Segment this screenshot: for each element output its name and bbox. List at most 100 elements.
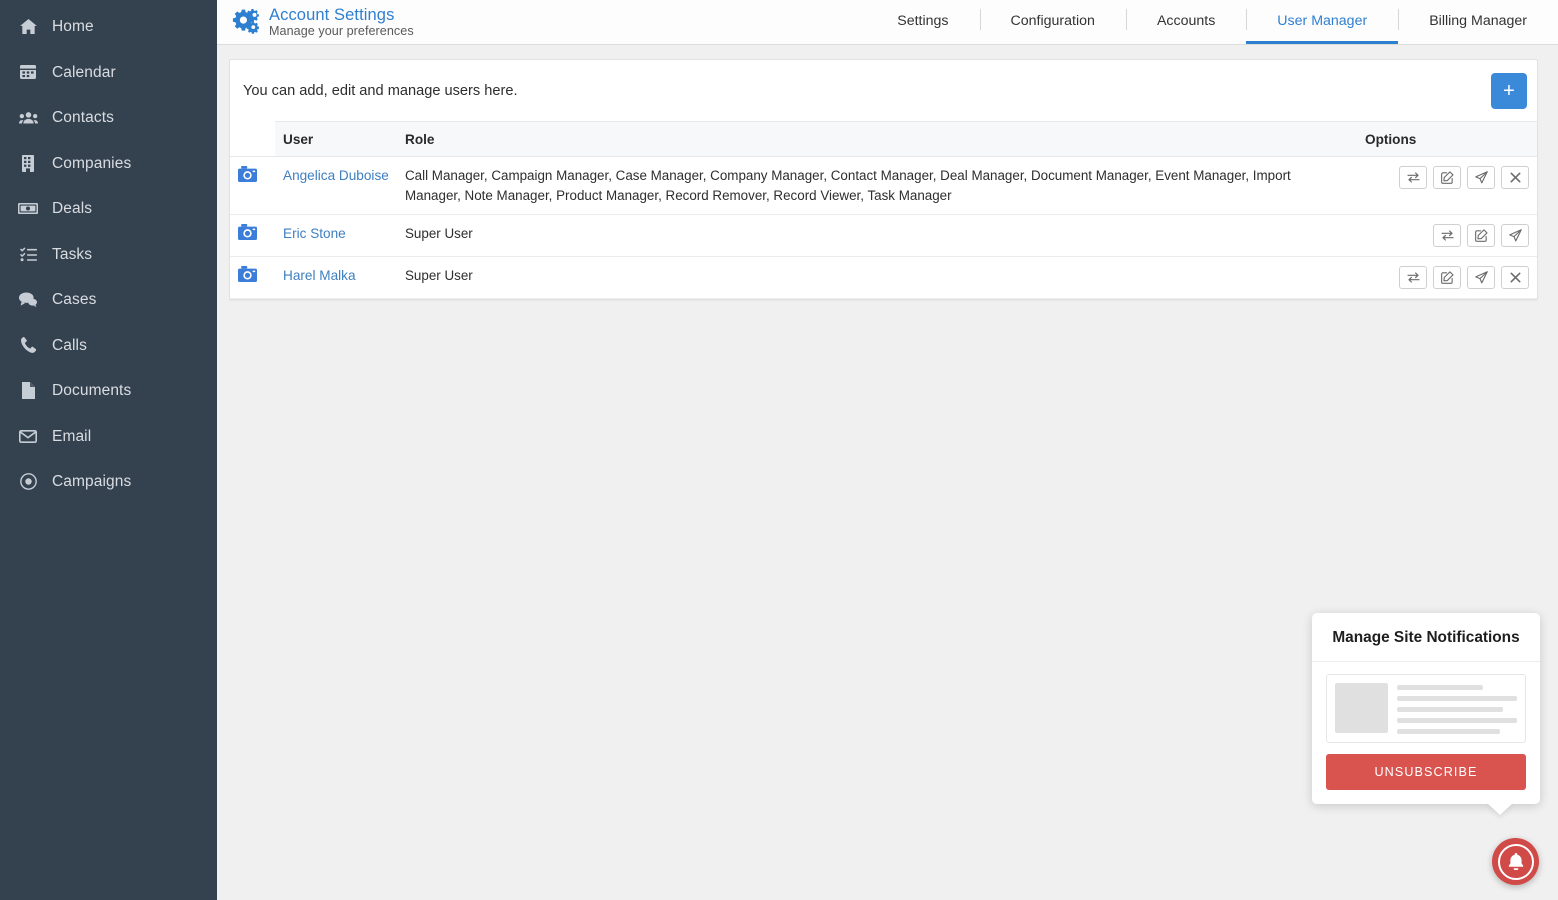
sidebar-item-label: Companies [52, 154, 132, 172]
sidebar-item-home[interactable]: Home [0, 4, 217, 50]
sidebar-item-label: Contacts [52, 109, 114, 126]
sidebar-item-label: Calls [52, 336, 87, 354]
preview-line [1397, 718, 1517, 723]
comments-icon [14, 292, 42, 308]
send-icon [1508, 229, 1522, 242]
user-name-cell: Eric Stone [275, 214, 397, 258]
options-buttons [1365, 166, 1529, 189]
tab-configuration[interactable]: Configuration [979, 0, 1126, 44]
column-header-options: Options [1357, 121, 1537, 157]
transfer-records-button[interactable] [1399, 166, 1427, 189]
money-icon [14, 203, 42, 215]
send-invite-button[interactable] [1467, 266, 1495, 290]
user-options-cell [1357, 156, 1537, 216]
sidebar-item-calendar[interactable]: Calendar [0, 50, 217, 96]
sidebar-item-label: Deals [52, 200, 93, 217]
page-subtitle: Manage your preferences [269, 24, 414, 39]
sidebar-item-label: Home [52, 18, 94, 35]
users-table-body: Angelica Duboise Call Manager, Campaign … [230, 156, 1537, 300]
page-header: Account Settings Manage your preferences [217, 0, 414, 44]
exchange-icon [1406, 272, 1420, 284]
users-table-head: User Role Options [230, 121, 1537, 157]
user-options-cell [1357, 214, 1537, 258]
camera-icon[interactable] [238, 224, 267, 246]
page-header-text: Account Settings Manage your preferences [269, 6, 414, 39]
user-link[interactable]: Harel Malka [283, 268, 356, 283]
sidebar-item-label: Email [52, 427, 92, 445]
cogs-icon [230, 8, 260, 36]
user-link[interactable]: Angelica Duboise [283, 168, 389, 183]
notifications-title: Manage Site Notifications [1312, 613, 1540, 662]
delete-user-button[interactable] [1501, 166, 1529, 189]
sidebar-item-deals[interactable]: Deals [0, 186, 217, 232]
user-avatar-cell [230, 214, 275, 258]
document-icon [14, 382, 42, 400]
popup-tail [1487, 803, 1513, 815]
edit-user-button[interactable] [1433, 166, 1461, 189]
preview-line [1397, 707, 1503, 712]
send-icon [1474, 171, 1488, 184]
user-name-cell: Harel Malka [275, 256, 397, 300]
delete-icon [1510, 172, 1521, 183]
edit-user-button[interactable] [1467, 224, 1495, 248]
column-header-role: Role [397, 121, 1357, 157]
table-row: Angelica Duboise Call Manager, Campaign … [230, 156, 1537, 216]
sidebar-item-label: Calendar [52, 63, 116, 81]
transfer-records-button[interactable] [1399, 266, 1427, 290]
building-icon [14, 154, 42, 172]
sidebar-item-label: Campaigns [52, 473, 132, 490]
preview-text-lines [1397, 683, 1517, 734]
sidebar-item-email[interactable]: Email [0, 414, 217, 460]
notification-preview [1326, 674, 1526, 743]
sidebar-item-calls[interactable]: Calls [0, 323, 217, 369]
tasks-icon [14, 247, 42, 262]
delete-icon [1510, 272, 1521, 283]
send-invite-button[interactable] [1467, 166, 1495, 189]
envelope-icon [14, 429, 42, 443]
table-row: Harel Malka Super User [230, 256, 1537, 300]
users-table: User Role Options Angelica Duboise Call … [230, 121, 1537, 300]
sidebar-item-cases[interactable]: Cases [0, 277, 217, 323]
column-header-avatar [230, 121, 275, 157]
transfer-records-button[interactable] [1433, 224, 1461, 248]
preview-line [1397, 685, 1484, 690]
user-name-cell: Angelica Duboise [275, 156, 397, 216]
tab-billing-manager[interactable]: Billing Manager [1398, 0, 1558, 44]
sidebar-item-contacts[interactable]: Contacts [0, 95, 217, 141]
preview-line [1397, 696, 1517, 701]
options-buttons [1365, 266, 1529, 290]
sidebar-item-tasks[interactable]: Tasks [0, 232, 217, 278]
send-icon [1474, 271, 1488, 284]
notifications-card: Manage Site Notifications UNSUBSCRIBE [1312, 613, 1540, 815]
send-invite-button[interactable] [1501, 224, 1529, 248]
table-row: Eric Stone Super User [230, 214, 1537, 258]
tab-user-manager[interactable]: User Manager [1246, 0, 1399, 44]
contacts-icon [14, 111, 42, 124]
bell-icon [1497, 843, 1534, 880]
user-options-cell [1357, 256, 1537, 300]
phone-icon [14, 337, 42, 354]
notifications-fab-button[interactable] [1492, 838, 1539, 885]
preview-line [1397, 729, 1501, 734]
table-header-row: User Role Options [230, 121, 1537, 157]
tab-accounts[interactable]: Accounts [1125, 0, 1246, 44]
exchange-icon [1440, 230, 1454, 242]
unsubscribe-button[interactable]: UNSUBSCRIBE [1326, 754, 1526, 790]
camera-icon[interactable] [238, 266, 267, 288]
page-title: Account Settings [269, 5, 395, 24]
home-icon [14, 19, 42, 35]
column-header-user: User [275, 121, 397, 157]
sidebar-item-campaigns[interactable]: Campaigns [0, 459, 217, 505]
edit-user-button[interactable] [1433, 266, 1461, 290]
exchange-icon [1406, 172, 1420, 183]
sidebar-item-companies[interactable]: Companies [0, 141, 217, 187]
camera-icon[interactable] [238, 166, 267, 188]
sidebar-item-documents[interactable]: Documents [0, 368, 217, 414]
edit-icon [1440, 171, 1454, 184]
user-link[interactable]: Eric Stone [283, 226, 346, 241]
delete-user-button[interactable] [1501, 266, 1529, 290]
app-root: Home Calendar Contacts Companies Deals T… [0, 0, 1558, 900]
sidebar-item-label: Cases [52, 291, 97, 308]
add-user-button[interactable]: + [1491, 73, 1527, 109]
tab-settings[interactable]: Settings [866, 0, 979, 44]
